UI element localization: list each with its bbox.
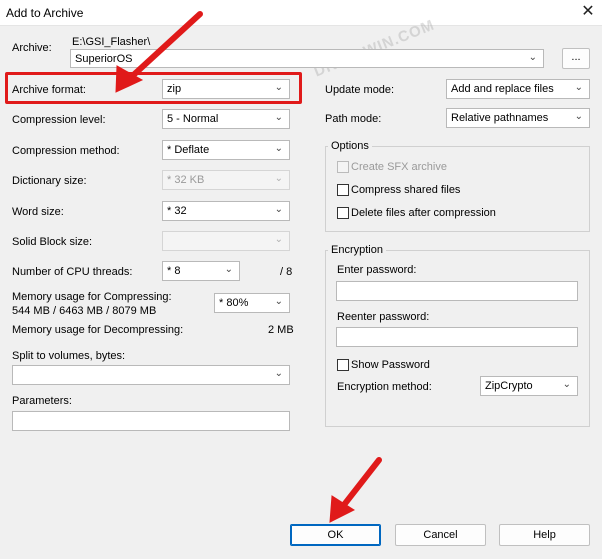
- annotation-arrows: [115, 11, 382, 523]
- annotation-arrow-archive-format: [115, 11, 203, 93]
- annotation-arrow-ok-button: [329, 457, 382, 523]
